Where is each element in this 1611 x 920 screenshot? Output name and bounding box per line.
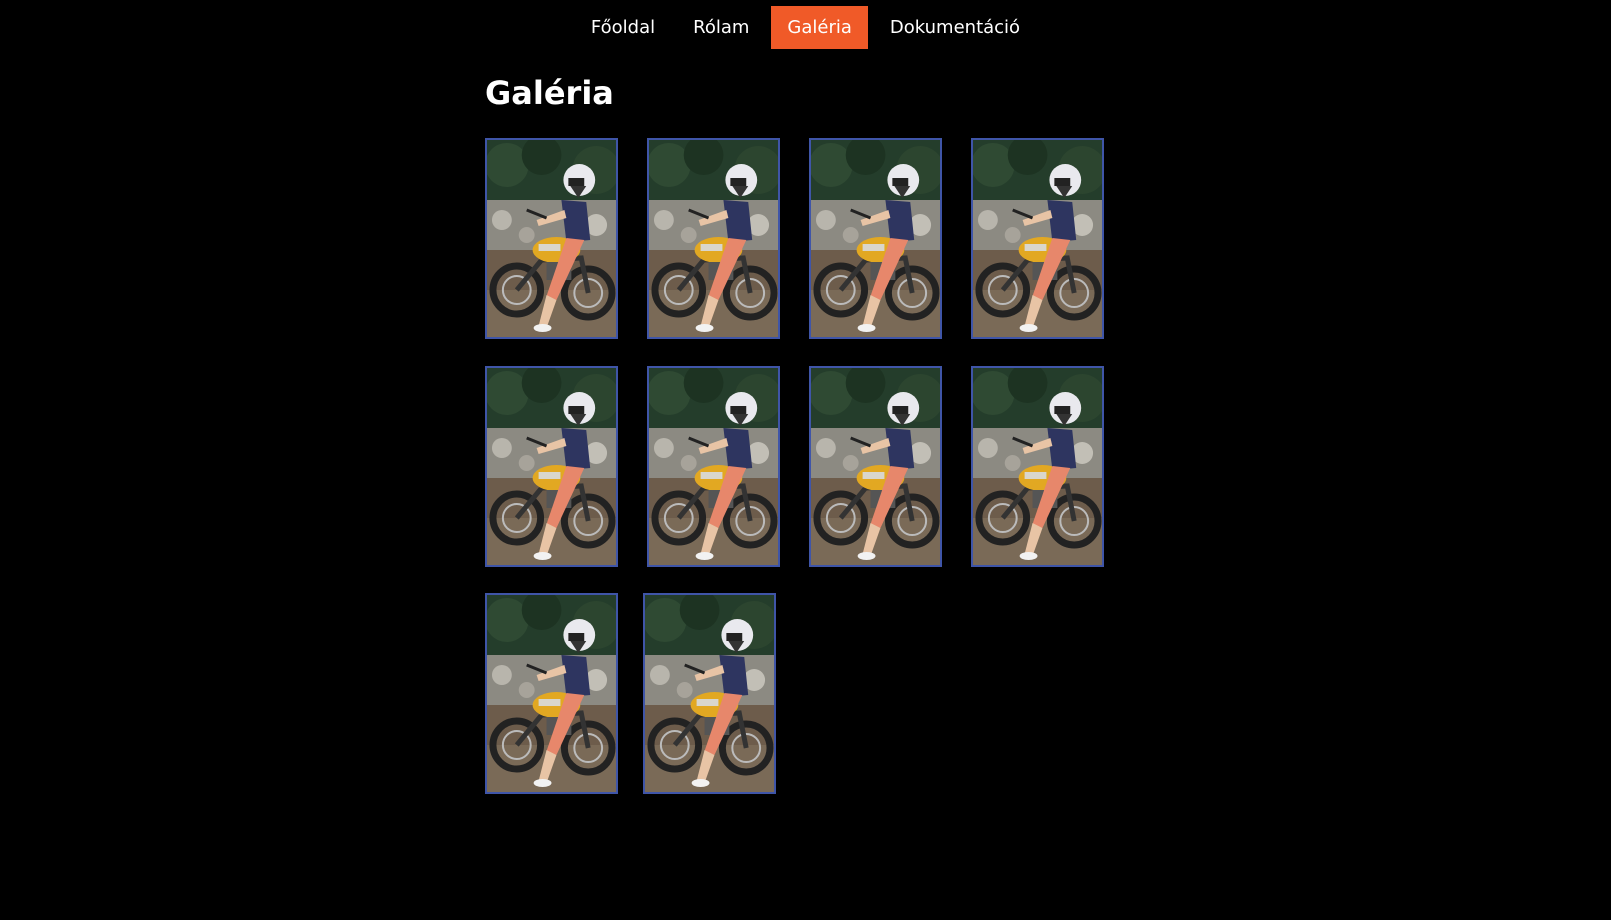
gallery-image[interactable] (809, 366, 942, 567)
gallery-image[interactable] (971, 138, 1104, 339)
nav-item-dokumentacio[interactable]: Dokumentáció (874, 6, 1036, 49)
gallery-image[interactable] (647, 366, 780, 567)
gallery-image[interactable] (643, 593, 776, 794)
gallery-image[interactable] (485, 593, 618, 794)
page-title: Galéria (485, 74, 614, 112)
nav-item-galeria[interactable]: Galéria (771, 6, 868, 49)
gallery-image[interactable] (485, 366, 618, 567)
main-nav: Főoldal Rólam Galéria Dokumentáció (0, 6, 1611, 49)
gallery-image[interactable] (971, 366, 1104, 567)
gallery-image[interactable] (647, 138, 780, 339)
nav-item-rolam[interactable]: Rólam (677, 6, 765, 49)
nav-item-fooldal[interactable]: Főoldal (575, 6, 671, 49)
gallery-image[interactable] (809, 138, 942, 339)
gallery-image[interactable] (485, 138, 618, 339)
